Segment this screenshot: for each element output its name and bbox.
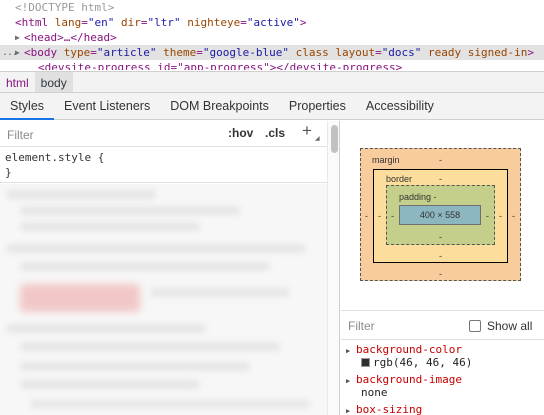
attribute-name[interactable]: lang (48, 16, 82, 29)
property-name: background-image (356, 373, 462, 386)
breadcrumb: html body (0, 71, 544, 93)
blurred-style-rules (0, 184, 327, 415)
head-node-text: <head>…</head> (24, 31, 117, 44)
padding-right-value[interactable]: - (486, 211, 489, 221)
margin-bottom-value[interactable]: - (439, 269, 442, 279)
margin-label: margin (372, 155, 400, 165)
dom-head-line[interactable]: ▶ <head>…</head> (0, 30, 544, 45)
styles-toolbar: Filter :hov .cls + ◢ (0, 121, 339, 147)
dom-doctype-line[interactable]: <!DOCTYPE html> (0, 0, 544, 15)
attribute-value[interactable]: "en" (88, 16, 115, 29)
computed-filter-input[interactable]: Filter (348, 319, 375, 333)
attribute-name[interactable]: layout (329, 46, 375, 59)
styles-scrollbar-thumb[interactable] (331, 125, 338, 153)
breadcrumb-body[interactable]: body (34, 72, 73, 92)
border-label: border (386, 174, 413, 184)
border-left-value[interactable]: - (378, 211, 381, 221)
expand-arrow-icon[interactable]: ▶ (346, 405, 350, 415)
margin-top-value[interactable]: - (439, 155, 442, 165)
attribute-name[interactable]: ready (421, 46, 461, 59)
computed-properties-list: ▶ background-color rgb(46, 46, 46) ▶ bac… (341, 341, 544, 415)
border-right-value[interactable]: - (499, 211, 502, 221)
property-value: none (361, 386, 388, 399)
padding-label: padding - (399, 192, 437, 202)
computed-filter-bar: Filter Show all (341, 312, 544, 340)
html-tag-name: <html (15, 16, 49, 29)
expand-arrow-icon[interactable]: ▶ (15, 30, 24, 45)
box-model-diagram: 400 × 558 margin - - - - border - - - - … (341, 121, 544, 311)
new-style-rule-button[interactable]: + (302, 121, 312, 141)
tab-dom-breakpoints[interactable]: DOM Breakpoints (160, 93, 279, 120)
styles-pane: Filter :hov .cls + ◢ element.style { } (0, 121, 340, 415)
breadcrumb-html[interactable]: html (0, 72, 35, 92)
sidebar-tabs: Styles Event Listeners DOM Breakpoints P… (0, 93, 544, 120)
attribute-value[interactable]: "google-blue" (203, 46, 289, 59)
tab-properties[interactable]: Properties (279, 93, 356, 120)
cls-toggle-button[interactable]: .cls (265, 126, 285, 140)
attribute-name[interactable]: signed-in (461, 46, 528, 59)
show-all-label[interactable]: Show all (487, 319, 532, 333)
border-bottom-value[interactable]: - (439, 251, 442, 261)
body-tag-name: <body (24, 46, 58, 59)
tab-event-listeners[interactable]: Event Listeners (54, 93, 160, 120)
attribute-value[interactable]: "docs" (382, 46, 422, 59)
attribute-value[interactable]: "article" (97, 46, 157, 59)
expand-arrow-icon[interactable]: ▶ (346, 375, 350, 388)
property-name: background-color (356, 343, 462, 356)
element-style-rule[interactable]: element.style { } (0, 147, 327, 183)
box-model-content[interactable]: 400 × 558 (399, 205, 481, 225)
more-dots-icon[interactable]: ... (2, 45, 18, 60)
hov-toggle-button[interactable]: :hov (228, 126, 253, 140)
border-top-value[interactable]: - (439, 174, 442, 184)
tab-accessibility[interactable]: Accessibility (356, 93, 444, 120)
attribute-name[interactable]: type (57, 46, 91, 59)
element-style-close: } (5, 166, 12, 179)
dom-html-line[interactable]: <html lang="en" dir="ltr" nighteye="acti… (0, 15, 544, 30)
attribute-name[interactable]: nighteye (181, 16, 240, 29)
attribute-value[interactable]: "ltr" (148, 16, 181, 29)
margin-right-value[interactable]: - (512, 211, 515, 221)
computed-pane: 400 × 558 margin - - - - border - - - - … (341, 121, 544, 415)
dom-body-line[interactable]: ... ▶ <body type="article" theme="google-… (0, 45, 544, 60)
attribute-value[interactable]: "active" (247, 16, 300, 29)
padding-left-value[interactable]: - (391, 211, 394, 221)
attribute-name[interactable]: theme (156, 46, 196, 59)
expand-arrow-icon[interactable]: ▶ (346, 345, 350, 358)
color-swatch-icon[interactable] (361, 358, 370, 367)
computed-property[interactable]: ▶ box-sizing (341, 401, 544, 415)
computed-property[interactable]: ▶ background-color rgb(46, 46, 46) (341, 341, 544, 371)
devsite-progress-node-text: <devsite-progress id="app-progress"></de… (38, 61, 403, 70)
attribute-name[interactable]: class (289, 46, 329, 59)
tab-styles[interactable]: Styles (0, 93, 55, 120)
new-rule-caret-icon[interactable]: ◢ (315, 135, 320, 142)
margin-left-value[interactable]: - (365, 211, 368, 221)
property-name: box-sizing (356, 403, 423, 415)
dom-devsite-progress-line[interactable]: <devsite-progress id="app-progress"></de… (0, 60, 544, 70)
padding-bottom-value[interactable]: - (439, 232, 442, 242)
styles-scrollbar[interactable] (327, 121, 339, 415)
element-style-selector: element.style { (5, 151, 105, 164)
dom-tree: <!DOCTYPE html> <html lang="en" dir="ltr… (0, 0, 544, 70)
styles-filter-input[interactable]: Filter (2, 124, 216, 144)
doctype-text: <!DOCTYPE html> (15, 1, 115, 14)
attribute-name[interactable]: dir (114, 16, 141, 29)
show-all-checkbox[interactable] (469, 320, 481, 332)
property-value: rgb(46, 46, 46) (373, 356, 473, 369)
computed-property[interactable]: ▶ background-image none (341, 371, 544, 401)
